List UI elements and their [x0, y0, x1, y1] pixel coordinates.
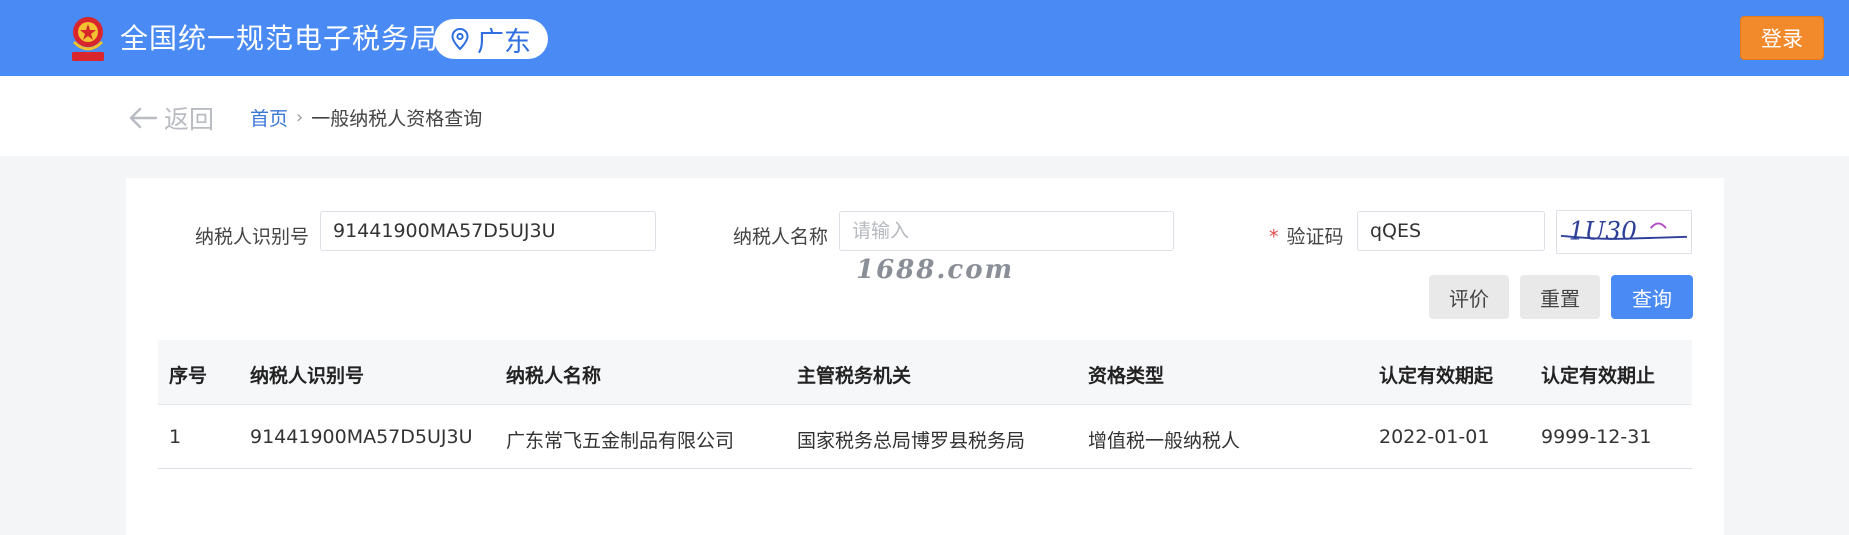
login-button[interactable]: 登录	[1740, 16, 1824, 60]
evaluate-button[interactable]: 评价	[1429, 275, 1509, 319]
cell-tax-authority: 国家税务总局博罗县税务局	[797, 430, 1026, 452]
cell-taxpayer-name: 广东常飞五金制品有限公司	[506, 430, 735, 452]
breadcrumb-current: 一般纳税人资格查询	[311, 108, 483, 130]
reset-button[interactable]: 重置	[1520, 275, 1600, 319]
taxpayer-name-input[interactable]	[839, 211, 1174, 251]
captcha-glyphs: 1U30	[1569, 217, 1637, 246]
cell-valid-from: 2022-01-01	[1379, 426, 1490, 448]
back-button[interactable]: 返回	[128, 100, 214, 136]
site-title: 全国统一规范电子税务局	[120, 22, 440, 55]
region-selector[interactable]: 广东	[434, 19, 548, 59]
breadcrumb-bar: 返回 首页 › 一般纳税人资格查询	[0, 76, 1849, 156]
column-header-taxpayer-name: 纳税人名称	[506, 365, 602, 387]
tax-emblem-icon	[66, 12, 110, 64]
column-header-qualification-type: 资格类型	[1088, 365, 1165, 387]
required-mark: *	[1269, 226, 1279, 248]
column-header-valid-from: 认定有效期起	[1379, 365, 1494, 387]
location-pin-icon	[451, 28, 469, 50]
region-label: 广东	[477, 26, 531, 58]
captcha-label: * 验证码	[1269, 222, 1344, 249]
column-header-valid-to: 认定有效期止	[1541, 365, 1656, 387]
back-label: 返回	[164, 105, 215, 134]
cell-valid-to: 9999-12-31	[1541, 426, 1652, 448]
column-header-index: 序号	[169, 365, 208, 387]
breadcrumb-home-link[interactable]: 首页	[250, 104, 288, 131]
taxpayer-name-label: 纳税人名称	[733, 226, 829, 248]
watermark-text: 1688.com	[856, 255, 1015, 285]
taxpayer-id-label: 纳税人识别号	[195, 226, 310, 248]
breadcrumb-separator: ›	[296, 107, 304, 128]
cell-index: 1	[169, 426, 182, 448]
arrow-left-icon	[129, 107, 158, 129]
cell-taxpayer-id: 91441900MA57D5UJ3U	[250, 426, 473, 448]
column-header-taxpayer-id: 纳税人识别号	[250, 365, 365, 387]
captcha-input[interactable]	[1357, 211, 1545, 251]
query-button[interactable]: 查询	[1611, 275, 1693, 319]
captcha-image[interactable]: 1U30	[1556, 210, 1692, 254]
top-header: 全国统一规范电子税务局 广东 登录	[0, 0, 1849, 76]
breadcrumb: 首页 › 一般纳税人资格查询	[250, 104, 482, 131]
table-row: 1 91441900MA57D5UJ3U 广东常飞五金制品有限公司 国家税务总局…	[158, 405, 1692, 469]
taxpayer-id-input[interactable]	[320, 211, 656, 251]
captcha-label-text: 验证码	[1286, 226, 1344, 248]
column-header-tax-authority: 主管税务机关	[797, 365, 912, 387]
cell-qualification-type: 增值税一般纳税人	[1088, 430, 1241, 452]
result-table-header: 序号 纳税人识别号 纳税人名称 主管税务机关 资格类型 认定有效期起 认定有效期…	[158, 340, 1692, 405]
